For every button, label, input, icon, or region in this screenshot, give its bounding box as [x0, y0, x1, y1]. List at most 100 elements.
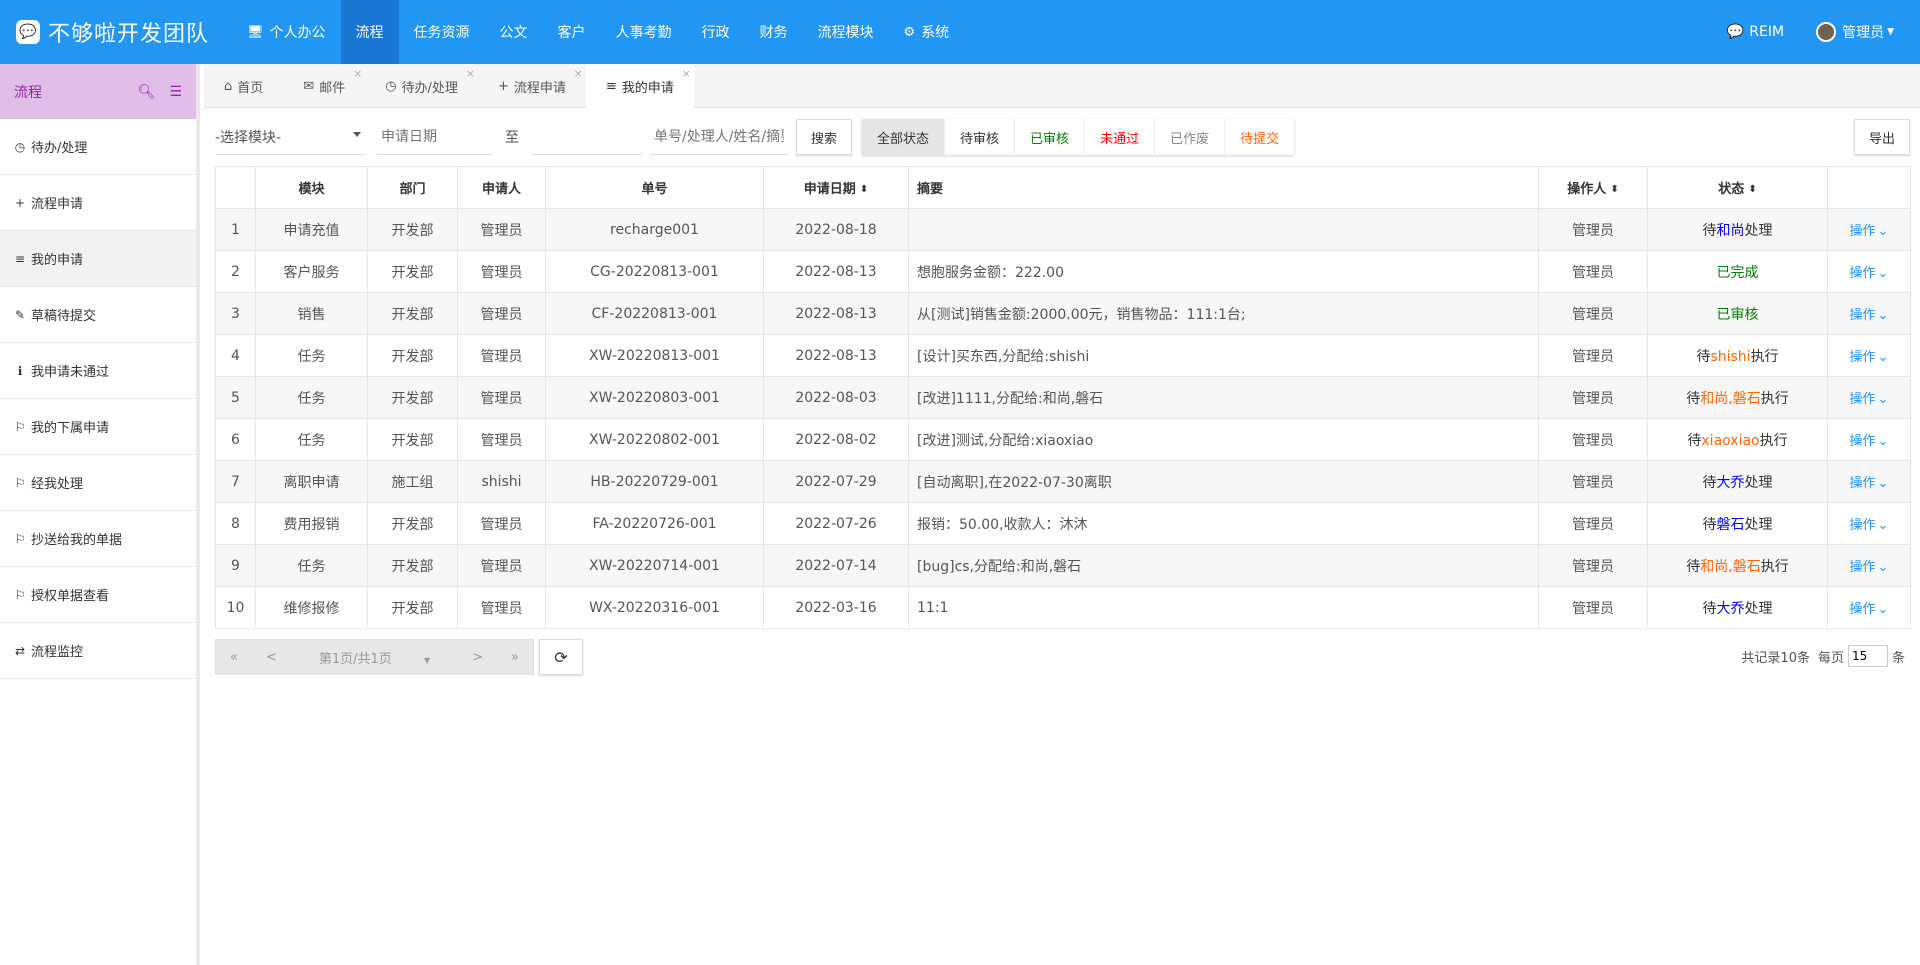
status-part: 和尚: [1716, 222, 1745, 239]
module-select[interactable]: -选择模块-: [215, 119, 365, 155]
date-start-input[interactable]: [377, 119, 492, 155]
nav-item-8[interactable]: 流程模块: [803, 0, 889, 64]
close-icon[interactable]: ×: [353, 67, 362, 80]
status-filter-2[interactable]: 已审核: [1015, 119, 1086, 155]
cell-index: 10: [215, 586, 256, 629]
sidebar-item-6[interactable]: ⚐ 经我处理: [0, 455, 196, 511]
status-part: 执行: [1760, 558, 1789, 575]
col-header-status[interactable]: 状态 ⬍: [1647, 166, 1828, 209]
sidebar-item-5[interactable]: ⚐ 我的下属申请: [0, 399, 196, 455]
export-button[interactable]: 导出: [1853, 119, 1910, 155]
nav-item-2[interactable]: 任务资源: [399, 0, 485, 64]
nav-item-9[interactable]: ⚙ 系统: [889, 0, 965, 64]
status-filter-4[interactable]: 已作废: [1155, 119, 1226, 155]
menu-icon[interactable]: ☰: [169, 84, 182, 100]
row-action-button[interactable]: 操作 ⌄: [1850, 560, 1889, 575]
sidebar-item-2[interactable]: ≡ 我的申请: [0, 231, 196, 287]
sidebar-item-1[interactable]: + 流程申请: [0, 175, 196, 231]
sidebar-item-7[interactable]: ⚐ 抄送给我的单据: [0, 511, 196, 567]
tab-4[interactable]: ≡ 我的申请 ×: [585, 64, 694, 108]
cell-status: 待shishi执行: [1647, 334, 1828, 377]
table-row: 7 离职申请 施工组 shishi HB-20220729-001 2022-07-29[…: [215, 460, 1911, 503]
page-info-dropdown[interactable]: 第1页/共1页 ▼: [291, 648, 458, 667]
last-page-button[interactable]: »: [497, 650, 533, 665]
status-part: xiaoxiao: [1701, 432, 1760, 449]
cell-date: 2022-08-03: [763, 376, 909, 419]
cell-code: XW-20220813-001: [545, 334, 764, 377]
tab-2[interactable]: ◷ 待办/处理 ×: [365, 64, 478, 108]
row-action-button[interactable]: 操作 ⌄: [1850, 392, 1889, 407]
nav-item-5[interactable]: 人事考勤: [601, 0, 687, 64]
cell-dept: 开发部: [367, 292, 458, 335]
cell-module: 维修报修: [255, 586, 368, 629]
per-page-input[interactable]: [1847, 645, 1888, 667]
brand[interactable]: 💬 不够啦开发团队: [0, 0, 232, 64]
cell-date: 2022-07-29: [763, 460, 909, 503]
cell-index: 9: [215, 544, 256, 587]
cell-summary: [设计]买东西,分配给:shishi: [908, 334, 1539, 377]
cell-summary: 11:1: [908, 586, 1539, 629]
row-action-button[interactable]: 操作 ⌄: [1850, 308, 1889, 323]
sidebar-item-3[interactable]: ✎ 草稿待提交: [0, 287, 196, 343]
cell-operator: 管理员: [1538, 418, 1648, 461]
cell-applicant: 管理员: [457, 292, 546, 335]
table-row: 4 任务 开发部 管理员 XW-20220813-001 2022-08-13 [设计]买东…: [215, 334, 1911, 377]
nav-item-label: 系统: [921, 25, 950, 41]
per-page-label: 每页: [1817, 650, 1844, 666]
cell-status: 待xiaoxiao执行: [1647, 418, 1828, 461]
row-action-button[interactable]: 操作 ⌄: [1850, 434, 1889, 449]
row-action-button[interactable]: 操作 ⌄: [1850, 266, 1889, 281]
cell-action: 操作 ⌄: [1827, 250, 1911, 293]
nav-item-1[interactable]: 流程: [340, 0, 399, 64]
table-header-row: 模块 部门 申请人 单号 申请日期 ⬍ 摘要 操作人 ⬍ 状态 ⬍: [215, 166, 1911, 209]
status-filter-3[interactable]: 未通过: [1085, 119, 1156, 155]
first-page-button[interactable]: «: [216, 650, 252, 665]
refresh-button[interactable]: ⟳: [538, 639, 583, 675]
nav-item-0[interactable]: 🖥 个人办公: [232, 0, 341, 64]
sidebar-item-0[interactable]: ◷ 待办/处理: [0, 119, 196, 175]
chevron-down-icon: [353, 132, 361, 137]
status-filter-0[interactable]: 全部状态: [862, 119, 946, 155]
date-end-input[interactable]: [532, 119, 642, 155]
reim-link[interactable]: 💬 REIM: [1711, 24, 1800, 40]
sidebar-item-8[interactable]: ⚐ 授权单据查看: [0, 567, 196, 623]
close-icon[interactable]: ×: [466, 67, 475, 80]
nav-item-6[interactable]: 行政: [687, 0, 745, 64]
user-menu[interactable]: 管理员 ▼: [1800, 22, 1910, 42]
chevron-down-icon: ⌄: [1877, 476, 1889, 491]
sidebar-item-label: 我申请未通过: [31, 365, 110, 380]
cell-operator: 管理员: [1538, 334, 1648, 377]
edit-icon: ✎: [14, 307, 26, 322]
tab-0[interactable]: ⌂ 首页: [204, 64, 283, 108]
tab-1[interactable]: ✉ 邮件 ×: [283, 64, 365, 108]
row-action-button[interactable]: 操作 ⌄: [1850, 476, 1889, 491]
prev-page-button[interactable]: <: [252, 650, 291, 665]
row-action-button[interactable]: 操作 ⌄: [1850, 350, 1889, 365]
col-header-operator[interactable]: 操作人 ⬍: [1538, 166, 1648, 209]
status-filter-1[interactable]: 待审核: [945, 119, 1016, 155]
keyword-input[interactable]: [650, 119, 788, 155]
cell-summary: [908, 208, 1539, 251]
row-action-button[interactable]: 操作 ⌄: [1850, 518, 1889, 533]
cell-status: 已完成: [1647, 250, 1828, 293]
status-filter-5[interactable]: 待提交: [1225, 119, 1295, 155]
close-icon[interactable]: ×: [574, 67, 583, 80]
nav-item-3[interactable]: 公文: [485, 0, 543, 64]
next-page-button[interactable]: >: [458, 650, 497, 665]
col-header-date[interactable]: 申请日期 ⬍: [763, 166, 909, 209]
cell-applicant: 管理员: [457, 208, 546, 251]
sidebar-item-9[interactable]: ⇄ 流程监控: [0, 623, 196, 679]
close-icon[interactable]: ×: [682, 67, 691, 80]
reim-label: REIM: [1749, 24, 1785, 40]
chevron-down-icon: ⌄: [1877, 602, 1889, 617]
row-action-button[interactable]: 操作 ⌄: [1850, 224, 1889, 239]
status-part: 执行: [1750, 348, 1779, 365]
search-icon[interactable]: 🔍︎: [138, 84, 156, 100]
row-action-button[interactable]: 操作 ⌄: [1850, 602, 1889, 617]
nav-item-4[interactable]: 客户: [543, 0, 601, 64]
nav-item-7[interactable]: 财务: [745, 0, 803, 64]
search-button[interactable]: 搜索: [796, 119, 853, 155]
sidebar-item-4[interactable]: ℹ 我申请未通过: [0, 343, 196, 399]
col-header-code: 单号: [545, 166, 764, 209]
tab-3[interactable]: + 流程申请 ×: [478, 64, 586, 108]
